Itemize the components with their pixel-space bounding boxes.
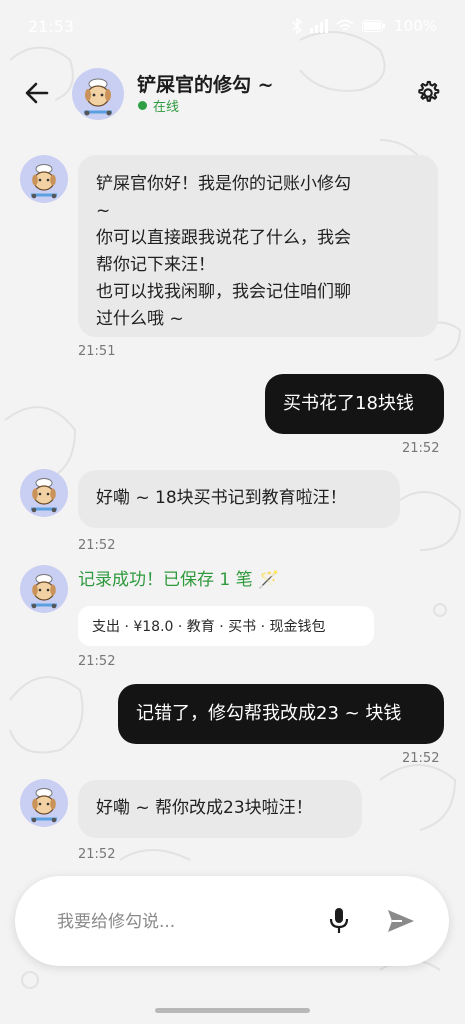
avatar[interactable]	[20, 779, 68, 827]
record-success-message: 记录成功！已保存 1 笔 🪄	[78, 570, 280, 590]
message-timestamp: 21:52	[402, 441, 440, 456]
message-input-bar	[15, 876, 449, 966]
status-icons: 100%	[292, 17, 437, 35]
signal-icon	[310, 19, 329, 33]
avatar[interactable]	[20, 565, 68, 613]
message-timestamp: 21:52	[402, 751, 440, 766]
message-line: 也可以找我闲聊，我会记住咱们聊	[96, 282, 351, 302]
message-timestamp: 21:52	[78, 654, 116, 669]
chat-header: 铲屎官的修勾 ~ 在线	[0, 60, 465, 126]
battery-percent: 100%	[394, 17, 437, 35]
arrow-left-icon	[25, 82, 49, 104]
status-bar: 21:53 100%	[0, 0, 465, 52]
online-status: 在线	[138, 96, 179, 115]
bot-message-bubble: 好嘞 ~ 18块买书记到教育啦汪！	[78, 470, 400, 528]
online-status-label: 在线	[153, 100, 180, 115]
message-line: ~	[96, 201, 111, 221]
message-input[interactable]	[55, 904, 299, 940]
wifi-icon	[336, 19, 354, 31]
send-icon	[388, 910, 414, 932]
user-message-bubble: 记错了，修勾帮我改成23 ~ 块钱	[118, 684, 444, 744]
avatar[interactable]	[72, 68, 124, 120]
battery-icon	[362, 20, 386, 32]
settings-button[interactable]	[412, 77, 444, 109]
message-line: 帮你记下来汪！	[96, 255, 215, 275]
message-timestamp: 21:51	[78, 344, 116, 359]
avatar[interactable]	[20, 155, 68, 203]
message-line: 你可以直接跟我说花了什么，我会	[96, 228, 351, 248]
bot-message-bubble: 铲屎官你好！我是你的记账小修勾 ~ 你可以直接跟我说花了什么，我会 帮你记下来汪…	[78, 155, 438, 337]
online-dot-icon	[138, 101, 147, 110]
record-details: 支出 · ¥18.0 · 教育 · 买书 · 现金钱包	[92, 619, 326, 635]
message-line: 过什么哦 ~	[96, 309, 184, 329]
gear-icon	[418, 80, 440, 102]
send-button[interactable]	[383, 904, 419, 938]
bluetooth-icon	[292, 18, 303, 34]
user-message-bubble: 买书花了18块钱	[265, 374, 444, 434]
bot-message-bubble: 好嘞 ~ 帮你改成23块啦汪！	[78, 780, 362, 838]
message-timestamp: 21:52	[78, 847, 116, 862]
back-button[interactable]	[20, 76, 54, 110]
avatar[interactable]	[20, 469, 68, 517]
chat-title: 铲屎官的修勾 ~	[137, 74, 274, 96]
message-line: 铲屎官你好！我是你的记账小修勾	[96, 174, 351, 194]
microphone-icon	[329, 908, 349, 933]
message-timestamp: 21:52	[78, 538, 116, 553]
status-time: 21:53	[28, 16, 75, 36]
record-summary-card[interactable]: 支出 · ¥18.0 · 教育 · 买书 · 现金钱包	[78, 606, 374, 646]
voice-input-button[interactable]	[322, 904, 356, 938]
home-indicator	[155, 1008, 310, 1013]
